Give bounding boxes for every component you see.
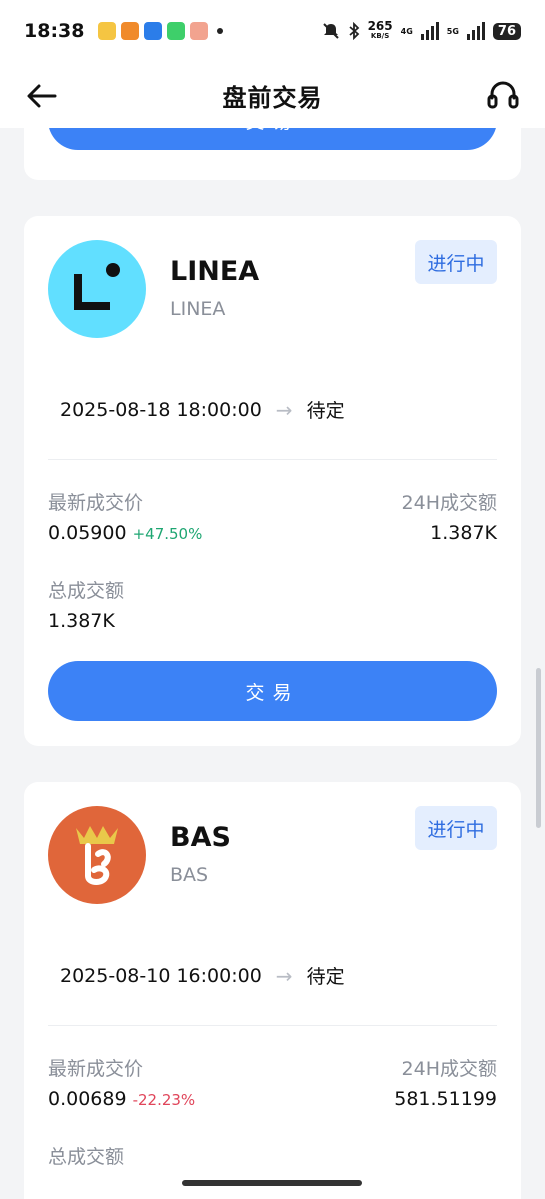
network-speed-value: 265 [367, 19, 393, 33]
end-time: 待定 [306, 400, 345, 422]
scrollbar[interactable] [536, 668, 541, 828]
volume-24h: 1.387K [430, 522, 497, 544]
token-subname: LINEA [170, 298, 226, 320]
divider [48, 1025, 497, 1026]
network-speed-unit: KB/S [370, 32, 390, 40]
start-time: 2025-08-18 18:00:00 [60, 398, 262, 421]
token-name: LINEA [170, 256, 260, 287]
mail-app-icon [98, 22, 117, 40]
volume-24h-label: 24H成交额 [401, 492, 497, 514]
battery-indicator: 76 [492, 22, 521, 40]
last-price-row: 0.00689 -22.23% [48, 1088, 195, 1110]
presale-list[interactable]: 交易 LINEA LINEA 进行中 2025-08-18 18:00:00 →… [0, 128, 545, 1199]
status-time: 18:38 [24, 20, 85, 42]
last-price-row: 0.05900 +47.50% [48, 522, 202, 544]
bluetooth-icon [348, 22, 359, 40]
status-badge: 进行中 [415, 240, 497, 284]
divider [48, 459, 497, 460]
total-volume-label: 总成交额 [48, 1146, 125, 1168]
linea-logo-icon [74, 263, 120, 310]
pig-app-icon [190, 22, 209, 40]
signal-icon [420, 22, 439, 40]
message-app-icon [144, 22, 163, 40]
home-indicator[interactable] [182, 1180, 362, 1186]
mute-icon [322, 23, 339, 39]
arrow-right-icon: → [275, 963, 293, 988]
signal-5g-label: 5G [446, 26, 459, 36]
last-price: 0.05900 [48, 522, 127, 544]
trade-button[interactable]: 交易 [48, 661, 497, 721]
time-range: 2025-08-10 16:00:00 → 待定 [60, 962, 345, 989]
price-change: +47.50% [132, 525, 203, 543]
linea-logo [48, 240, 146, 338]
token-subname: BAS [170, 864, 209, 886]
bas-logo [48, 806, 146, 904]
network-speed: 265 KB/S [367, 19, 393, 41]
shopping-app-icon [121, 22, 140, 40]
volume-24h-label: 24H成交额 [401, 1058, 497, 1080]
status-bar: 18:38 265 KB/S 4G 5G 76 [0, 0, 545, 62]
chat-app-icon [167, 22, 186, 40]
presale-card-linea[interactable]: LINEA LINEA 进行中 2025-08-18 18:00:00 → 待定… [24, 216, 521, 746]
page-title: 盘前交易 [222, 83, 323, 112]
arrow-left-icon [27, 84, 57, 108]
customer-service-button[interactable] [485, 76, 521, 112]
end-time: 待定 [306, 966, 345, 988]
total-volume: 1.387K [48, 610, 115, 632]
back-button[interactable] [24, 78, 60, 114]
price-change: -22.23% [132, 1091, 196, 1109]
bas-logo-icon [76, 826, 118, 885]
signal-4g-label: 4G [400, 26, 413, 36]
signal-icon-2 [466, 22, 485, 40]
status-right: 265 KB/S 4G 5G 76 [322, 19, 521, 41]
total-volume-label: 总成交额 [48, 580, 125, 602]
trade-button-previous[interactable]: 交易 [48, 128, 497, 150]
app-header: 盘前交易 [0, 62, 545, 128]
more-notifications-dot [217, 28, 224, 34]
last-price-label: 最新成交价 [48, 1058, 144, 1080]
arrow-right-icon: → [275, 397, 293, 422]
volume-24h: 581.51199 [394, 1088, 497, 1110]
last-price: 0.00689 [48, 1088, 127, 1110]
headset-icon [487, 81, 519, 109]
time-range: 2025-08-18 18:00:00 → 待定 [60, 396, 345, 423]
presale-card-bas[interactable]: BAS BAS 进行中 2025-08-10 16:00:00 → 待定 最新成… [24, 782, 521, 1199]
notification-icons [98, 22, 224, 40]
presale-card-previous: 交易 [24, 128, 521, 180]
status-badge: 进行中 [415, 806, 497, 850]
token-name: BAS [170, 822, 231, 853]
start-time: 2025-08-10 16:00:00 [60, 964, 262, 987]
last-price-label: 最新成交价 [48, 492, 144, 514]
